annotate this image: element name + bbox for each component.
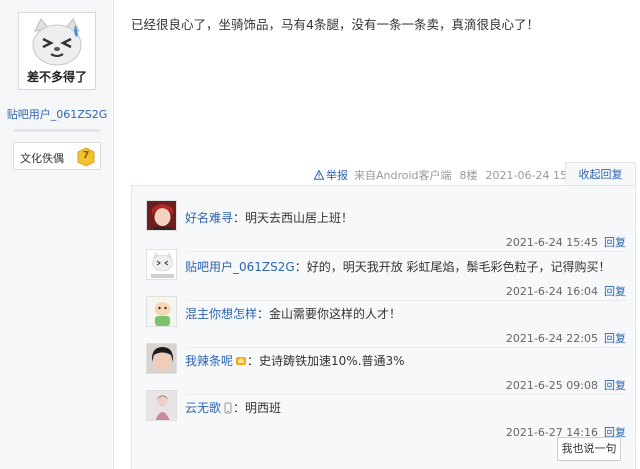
author-divider	[14, 129, 100, 132]
report-label: 举报	[326, 169, 348, 182]
cartoon-avatar-icon	[147, 297, 176, 326]
floor-number: 8楼	[459, 169, 478, 182]
reply-username[interactable]: 好名难寻	[185, 209, 233, 226]
reply-avatar[interactable]	[146, 390, 177, 421]
cat-meme-avatar: 差不多得了	[21, 15, 93, 87]
reply-colon: ：	[294, 260, 307, 274]
phone-icon	[224, 402, 232, 413]
post-source[interactable]: 来自Android客户端	[354, 167, 452, 183]
figure-avatar-icon	[147, 391, 176, 420]
say-something-button[interactable]: 我也说一句	[557, 437, 621, 461]
reply-message: 史诗踌铁加速10%.普通3%	[259, 354, 405, 368]
reply-colon: ：	[247, 354, 260, 368]
reply-username[interactable]: 贴吧用户_061ZS2G	[185, 258, 295, 275]
reply-message: 明天去西山居上班！	[245, 211, 354, 225]
reply-avatar[interactable]	[146, 343, 177, 374]
reply-colon: ：	[233, 401, 246, 415]
collapse-replies-button[interactable]: 收起回复	[565, 162, 636, 186]
author-avatar[interactable]: 差不多得了	[18, 12, 96, 90]
reply-avatar[interactable]	[146, 296, 177, 327]
badge-level-number: 7	[82, 150, 90, 161]
reply-text: 我辣条呢 ：史诗踌铁加速10%.普通3%	[185, 352, 405, 369]
member-badge-icon	[236, 356, 247, 365]
reply-meta: 2021-6-24 15:45 回复	[506, 234, 626, 250]
reply-list: 好名难寻：明天去西山居上班！ 2021-6-24 15:45 回复 贴吧用户_06…	[131, 185, 636, 469]
reply-colon: ：	[257, 307, 270, 321]
member-badge[interactable]: 文化佚偶 7	[13, 142, 101, 170]
author-sidebar: 差不多得了 贴吧用户_061ZS2G 文化佚偶 7	[0, 0, 114, 469]
report-link[interactable]: 举报	[314, 167, 348, 183]
level-badge-icon: 7	[76, 147, 96, 167]
reply-text: 贴吧用户_061ZS2G：好的，明天我开放 彩虹尾焰，鬃毛彩色粒子，记得购买！	[185, 258, 611, 275]
badge-label: 文化佚偶	[20, 152, 64, 165]
reply-button[interactable]: 回复	[604, 236, 626, 249]
reply-item: 贴吧用户_061ZS2G：好的，明天我开放 彩虹尾焰，鬃毛彩色粒子，记得购买！ …	[146, 249, 626, 301]
reply-text: 好名难寻：明天去西山居上班！	[185, 209, 353, 226]
reply-avatar[interactable]	[146, 249, 177, 280]
red-haired-avatar-icon	[147, 201, 176, 230]
warning-icon	[314, 170, 324, 180]
reply-item: 云无歌 ：明西班 2021-6-27 14:16 回复	[146, 390, 626, 439]
post-meta: 举报 来自Android客户端 8楼 2021-06-24 15:39	[314, 168, 593, 182]
reply-avatar[interactable]	[146, 200, 177, 231]
reply-text: 云无歌 ：明西班	[185, 399, 281, 416]
reply-username[interactable]: 我辣条呢	[185, 352, 233, 369]
reply-username[interactable]: 云无歌	[185, 399, 221, 416]
dark-haired-avatar-icon	[147, 344, 176, 373]
author-name-link[interactable]: 贴吧用户_061ZS2G	[0, 106, 114, 122]
reply-item: 好名难寻：明天去西山居上班！ 2021-6-24 15:45 回复	[146, 200, 626, 252]
reply-time: 2021-6-24 15:45	[505, 236, 598, 249]
post-content: 已经很良心了，坐骑饰品，马有4条腿，没有一条一条卖，真滴很良心了！	[131, 17, 539, 32]
reply-colon: ：	[233, 211, 246, 225]
reply-message: 好的，明天我开放 彩虹尾焰，鬃毛彩色粒子，记得购买！	[306, 260, 611, 274]
reply-item: 混主你想怎样：金山需要你这样的人才！ 2021-6-24 22:05 回复	[146, 296, 626, 348]
reply-message: 明西班	[245, 401, 282, 415]
reply-text: 混主你想怎样：金山需要你这样的人才！	[185, 305, 401, 322]
svg-text:差不多得了: 差不多得了	[26, 69, 87, 84]
reply-username[interactable]: 混主你想怎样	[185, 305, 257, 322]
reply-item: 我辣条呢 ：史诗踌铁加速10%.普通3% 2021-6-25 09:08 回复	[146, 343, 626, 395]
reply-message: 金山需要你这样的人才！	[269, 307, 402, 321]
cat-avatar-icon	[147, 250, 176, 279]
